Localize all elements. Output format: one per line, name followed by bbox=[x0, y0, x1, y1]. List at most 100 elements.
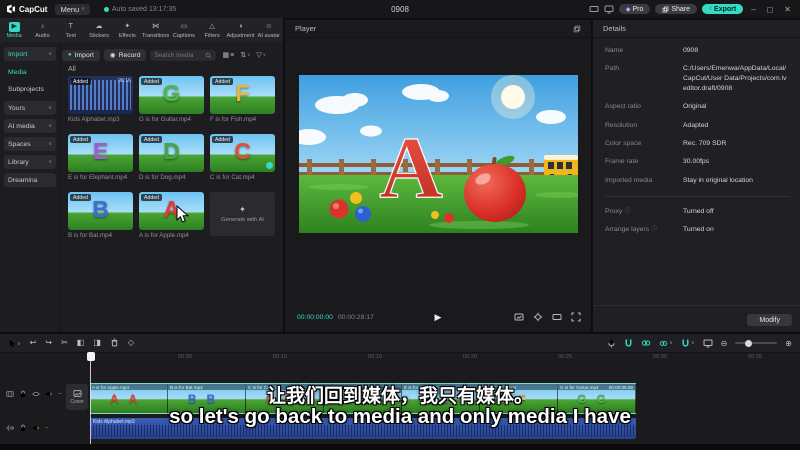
minimize-button[interactable]: – bbox=[748, 5, 758, 14]
ruler-tick-label: 00:25 bbox=[557, 354, 573, 360]
tab-transitions[interactable]: ⋈ Transitions bbox=[141, 18, 169, 42]
media-item[interactable]: Added F F is for Fish.mp4 bbox=[210, 76, 275, 123]
media-item[interactable]: Added C C is for Cat.mp4 bbox=[210, 134, 275, 181]
tab-captions[interactable]: ▭ Captions bbox=[170, 18, 198, 42]
sidebar-item-spaces[interactable]: Spaces ∨ bbox=[4, 137, 56, 151]
split-button[interactable]: ✂ bbox=[61, 338, 68, 347]
video-thumbnail[interactable]: Added C bbox=[210, 134, 275, 172]
letter-a-graphic: A bbox=[379, 120, 443, 217]
view-toggle-button[interactable]: ▦ ≡ bbox=[222, 51, 234, 60]
sidebar-item-media[interactable]: Media bbox=[4, 65, 56, 79]
sidebar-item-dreamina[interactable]: Dreamina bbox=[4, 173, 56, 187]
pro-button[interactable]: ◆ Pro bbox=[618, 4, 651, 14]
video-thumbnail[interactable]: Added G bbox=[139, 76, 204, 114]
chevron-down-icon: ∨ bbox=[48, 123, 52, 129]
auto-ripple-icon[interactable] bbox=[641, 338, 651, 348]
tab-stickers[interactable]: ☁ Stickers bbox=[85, 18, 113, 42]
media-item[interactable]: Added B B is for Bat.mp4 bbox=[68, 192, 133, 239]
zoom-out-button[interactable]: ⊖ bbox=[721, 339, 728, 348]
media-item[interactable]: Added 08:16 Kids Alphabet.mp3 bbox=[68, 76, 133, 123]
tab-media[interactable]: ▶ Media bbox=[0, 18, 28, 42]
app-name: CapCut bbox=[19, 4, 48, 14]
tab-audio[interactable]: ♪ Audio bbox=[28, 18, 56, 42]
media-item-name: B is for Bat.mp4 bbox=[68, 232, 113, 239]
modify-button[interactable]: Modify bbox=[747, 314, 792, 326]
details-footer: Modify bbox=[593, 305, 800, 332]
media-item-name: A is for Apple.mp4 bbox=[139, 232, 189, 239]
info-icon: ⓘ bbox=[624, 208, 631, 215]
sidebar-item-import[interactable]: Import ∨ bbox=[4, 47, 56, 61]
info-icon: ⓘ bbox=[651, 226, 658, 233]
undo-button[interactable]: ↩ bbox=[30, 338, 37, 347]
layout-toggle-icon[interactable] bbox=[589, 4, 599, 14]
sidebar-item-library[interactable]: Library ∨ bbox=[4, 155, 56, 169]
play-button[interactable]: ▶ bbox=[435, 312, 442, 323]
select-tool-button[interactable]: ∨ bbox=[8, 338, 21, 347]
delete-right-button[interactable]: ◨ bbox=[93, 338, 101, 347]
video-thumbnail[interactable]: Added B bbox=[68, 192, 133, 230]
delete-button[interactable] bbox=[110, 338, 119, 347]
tab-text[interactable]: T Text bbox=[57, 18, 85, 42]
audio-thumbnail[interactable]: Added 08:16 bbox=[68, 76, 133, 114]
ratio-icon[interactable] bbox=[552, 312, 562, 322]
media-item[interactable]: Added A A is for Apple.mp4 bbox=[139, 192, 204, 239]
video-thumbnail[interactable]: Added A bbox=[139, 192, 204, 230]
focus-icon[interactable] bbox=[533, 312, 543, 322]
quality-icon[interactable] bbox=[514, 312, 524, 322]
chevron-down-icon: ∨ bbox=[262, 52, 267, 57]
total-time: 00:00:28:17 bbox=[337, 313, 374, 321]
filter-button[interactable]: ▽ ∨ bbox=[256, 51, 266, 59]
video-thumbnail[interactable]: Added D bbox=[139, 134, 204, 172]
sidebar-item-subprojects[interactable]: Subprojects bbox=[4, 82, 56, 96]
tab-ai-avatar[interactable]: ☺ AI avatar bbox=[255, 18, 283, 42]
tab-effects[interactable]: ✦ Effects bbox=[113, 18, 141, 42]
media-item[interactable]: Added G G is for Guitar.mp4 bbox=[139, 76, 204, 123]
media-item[interactable]: Added E E is for Elephant.mp4 bbox=[68, 134, 133, 181]
generate-with-ai-card[interactable]: ✦ Generate with AI bbox=[210, 192, 275, 236]
zoom-slider-knob[interactable] bbox=[745, 339, 753, 347]
import-button[interactable]: ● Import bbox=[62, 49, 100, 61]
menu-button[interactable]: Menu ∨ bbox=[55, 3, 90, 15]
keyframe-button[interactable]: ◇ bbox=[128, 338, 134, 347]
video-thumbnail[interactable]: Added E bbox=[68, 134, 133, 172]
tab-filters[interactable]: △ Filters bbox=[198, 18, 226, 42]
video-preview[interactable]: A bbox=[292, 75, 583, 233]
detail-row: Frame rate 30.00fps bbox=[605, 158, 710, 166]
export-button[interactable]: ↑ Export bbox=[702, 4, 744, 14]
capcut-logo-icon bbox=[6, 4, 16, 14]
detail-row: Path C:/Users/Emenwa/AppData/Local/CapCut… bbox=[605, 65, 787, 93]
playhead-handle[interactable] bbox=[86, 352, 95, 361]
search-input[interactable]: Search media bbox=[150, 49, 217, 61]
maximize-button[interactable]: ◻ bbox=[764, 5, 777, 14]
media-item-name: F is for Fish.mp4 bbox=[210, 116, 257, 123]
share-button[interactable]: Share bbox=[655, 4, 698, 14]
ruler-tick-label: 00:05 bbox=[177, 354, 193, 360]
zoom-in-button[interactable]: ⊕ bbox=[785, 339, 792, 348]
panel-layout-icon[interactable] bbox=[604, 4, 614, 14]
pro-diamond-icon: ◆ bbox=[625, 6, 631, 13]
sort-button[interactable]: ⇅ ∨ bbox=[240, 51, 250, 59]
media-item-name: C is for Cat.mp4 bbox=[210, 174, 255, 181]
detach-player-icon[interactable] bbox=[573, 25, 581, 33]
fullscreen-icon[interactable] bbox=[571, 312, 581, 322]
record-button[interactable]: ◉ Record bbox=[103, 49, 147, 61]
close-button[interactable]: ✕ bbox=[781, 5, 794, 14]
media-item[interactable]: Added D D is for Dog.mp4 bbox=[139, 134, 204, 181]
tab-adjustment[interactable]: ◑ Adjustment bbox=[226, 18, 255, 42]
sparkle-icon: ✦ bbox=[239, 205, 246, 214]
added-badge: Added bbox=[70, 78, 92, 85]
linking-toggle[interactable]: ∨ bbox=[659, 339, 673, 348]
media-item-name: Kids Alphabet.mp3 bbox=[68, 116, 120, 123]
mask-view-icon[interactable] bbox=[703, 338, 713, 348]
preview-toggle[interactable]: ∨ bbox=[681, 339, 695, 348]
timeline-zoom-slider[interactable] bbox=[735, 339, 778, 347]
sidebar-item-ai-media[interactable]: AI media ∨ bbox=[4, 119, 56, 133]
voiceover-mic-icon[interactable] bbox=[607, 339, 616, 348]
redo-button[interactable]: ↪ bbox=[45, 338, 52, 347]
delete-left-button[interactable]: ◧ bbox=[77, 338, 85, 347]
magnetic-snap-icon[interactable] bbox=[624, 339, 633, 348]
media-item-name: E is for Elephant.mp4 bbox=[68, 174, 128, 181]
detail-row: Color space Rec. 709 SDR bbox=[605, 140, 727, 148]
sidebar-item-yours[interactable]: Yours ∨ bbox=[4, 101, 56, 115]
video-thumbnail[interactable]: Added F bbox=[210, 76, 275, 114]
